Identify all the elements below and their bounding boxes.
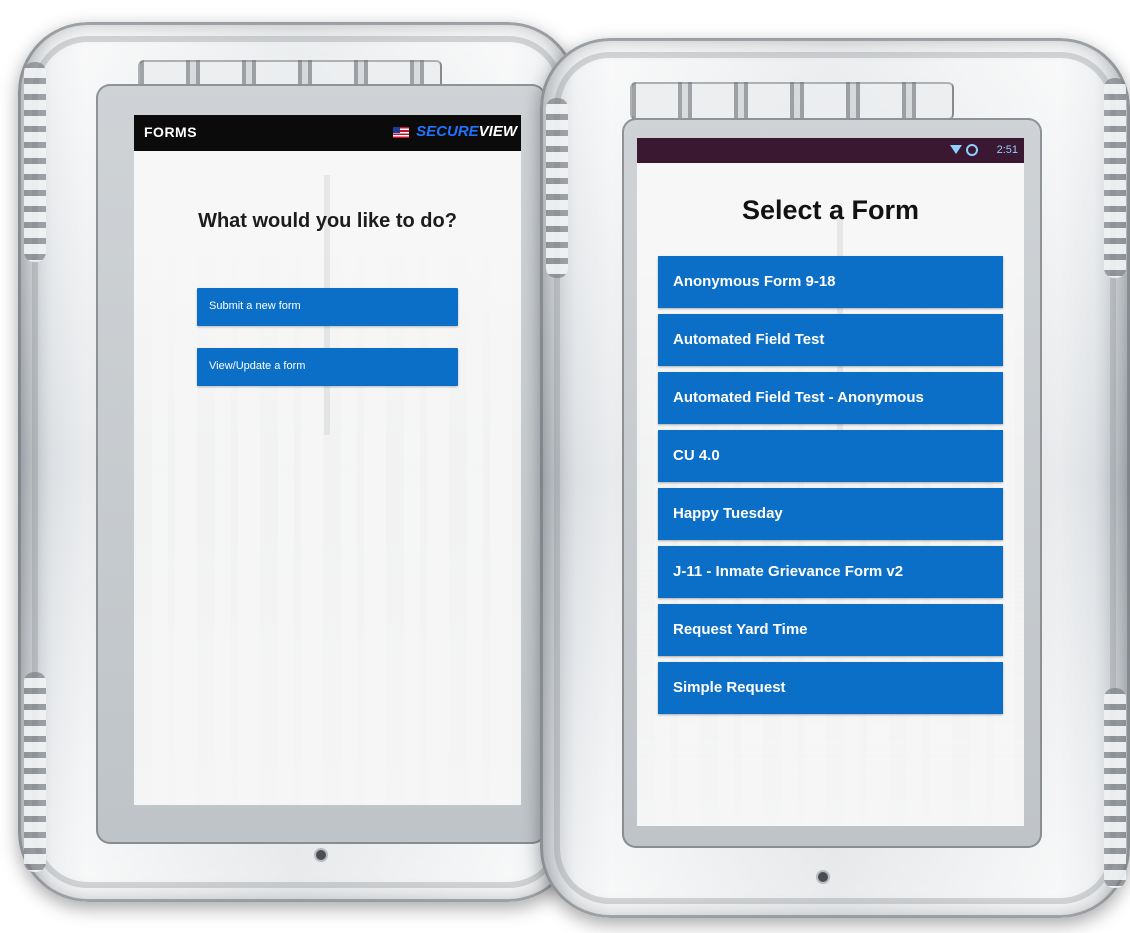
prompt-heading: What would you like to do? [198,210,457,232]
brand-logo-part2: VIEW [478,123,517,140]
page-title: Select a Form [741,195,920,225]
form-item-anonymous-form[interactable]: Anonymous Form 9-18 [658,256,1003,308]
view-update-form-button[interactable]: View/Update a form [197,348,458,386]
form-item-inmate-grievance[interactable]: J-11 - Inmate Grievance Form v2 [658,546,1003,598]
right-case-ridges-left [546,98,568,278]
status-clock: 2:51 [996,144,1018,156]
left-case-ridges-left-top [24,62,46,262]
brand-logo: SECUREVIEW [416,123,517,140]
form-item-simple-request[interactable]: Simple Request [658,662,1003,714]
right-screen: 2:51 Select a Form Anonymous Form 9-18 A… [637,138,1024,826]
left-screen: FORMS SECUREVIEW What would you like to … [134,115,521,805]
right-case-ports [630,82,954,120]
form-item-happy-tuesday[interactable]: Happy Tuesday [658,488,1003,540]
app-title: FORMS [144,124,198,140]
sync-icon [966,144,978,156]
form-item-cu-4[interactable]: CU 4.0 [658,430,1003,482]
wifi-icon [950,145,962,154]
form-item-automated-field-test-anonymous[interactable]: Automated Field Test - Anonymous [658,372,1003,424]
right-case-ridges-right-bottom [1104,688,1126,888]
app-header: FORMS SECUREVIEW [134,115,521,151]
right-case-knob [816,870,830,884]
form-item-automated-field-test[interactable]: Automated Field Test [658,314,1003,366]
left-case-ridges-left-bottom [24,672,46,872]
form-list: Anonymous Form 9-18 Automated Field Test… [658,256,1003,720]
us-flag-icon [393,127,409,138]
form-item-request-yard-time[interactable]: Request Yard Time [658,604,1003,656]
brand-logo-part1: SECURE [416,123,479,140]
status-bar: 2:51 [637,138,1024,163]
right-case-ridges-right-top [1104,78,1126,278]
left-case-knob [314,848,328,862]
submit-new-form-button[interactable]: Submit a new form [197,288,458,326]
